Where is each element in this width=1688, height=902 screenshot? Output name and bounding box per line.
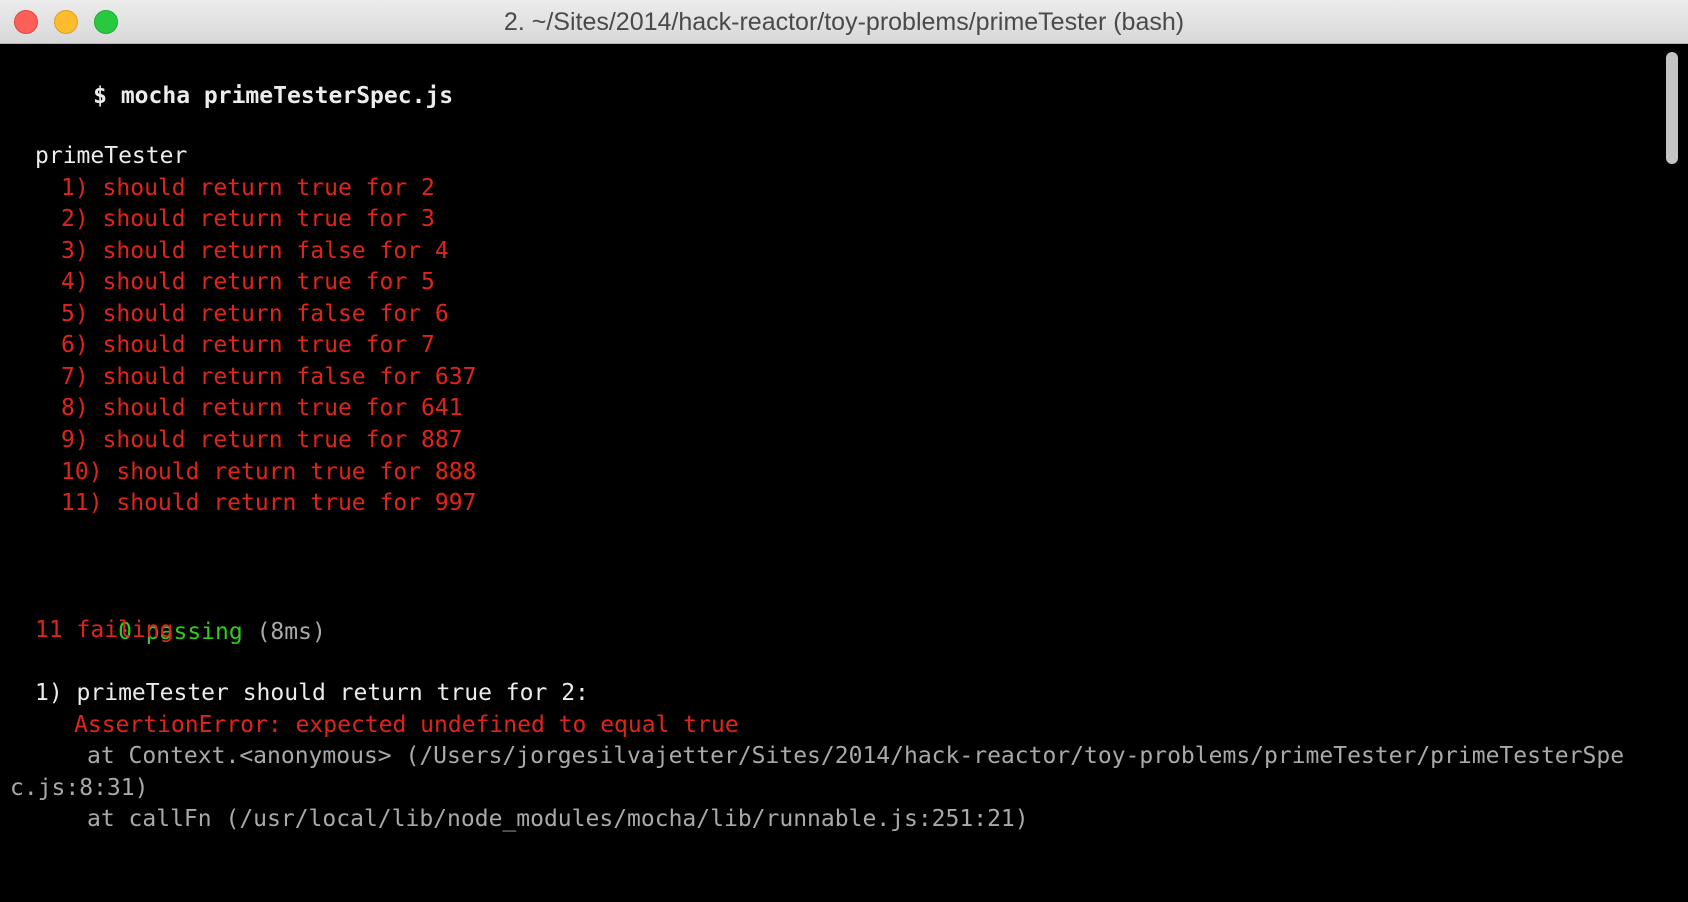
passing-time: (8ms) <box>256 619 326 645</box>
scrollbar-thumb[interactable] <box>1666 52 1678 164</box>
failure-title: 1) primeTester should return true for 2: <box>35 680 589 706</box>
command-line: $ mocha primeTesterSpec.js <box>10 45 453 109</box>
command-text: mocha primeTesterSpec.js <box>120 83 454 109</box>
terminal-output[interactable]: $ mocha primeTesterSpec.js primeTester 1… <box>0 44 1656 902</box>
failing-test-item: 9) should return true for 887 <box>61 427 463 453</box>
failing-test-item: 8) should return true for 641 <box>61 395 463 421</box>
vertical-scrollbar[interactable] <box>1656 44 1688 902</box>
stack-trace-line: at callFn (/usr/local/lib/node_modules/m… <box>87 806 1029 832</box>
failing-test-item: 1) should return true for 2 <box>61 175 435 201</box>
failing-test-item: 7) should return false for 637 <box>61 364 477 390</box>
failing-test-item: 3) should return false for 4 <box>61 238 449 264</box>
failing-test-item: 5) should return false for 6 <box>61 301 449 327</box>
window-title: 2. ~/Sites/2014/hack-reactor/toy-problem… <box>503 8 1185 36</box>
prompt-symbol: $ <box>93 83 107 109</box>
stack-trace-line: at Context.<anonymous> (/Users/jorgesilv… <box>87 743 1625 769</box>
failing-test-item: 10) should return true for 888 <box>61 459 477 485</box>
failing-test-item: 4) should return true for 5 <box>61 269 435 295</box>
failing-count: 11 failing <box>35 617 174 643</box>
suite-name: primeTester <box>35 143 188 169</box>
terminal-window: 2. ~/Sites/2014/hack-reactor/toy-problem… <box>0 0 1688 902</box>
failing-test-item: 11) should return true for 997 <box>61 490 477 516</box>
title-bar[interactable]: 2. ~/Sites/2014/hack-reactor/toy-problem… <box>0 0 1688 44</box>
stack-trace-line-wrap: c.js:8:31) <box>10 775 149 801</box>
passing-summary-line: 0 passing (8ms) <box>35 581 326 645</box>
failing-test-item: 6) should return true for 7 <box>61 332 435 358</box>
failing-test-item: 2) should return true for 3 <box>61 206 435 232</box>
assertion-error: AssertionError: expected undefined to eq… <box>74 712 739 738</box>
